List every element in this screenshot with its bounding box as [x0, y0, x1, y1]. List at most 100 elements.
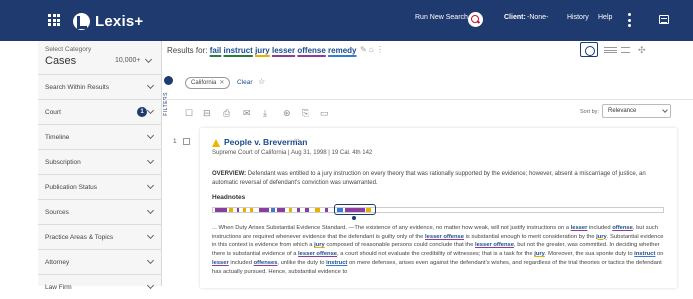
chevron-down-icon — [146, 81, 155, 90]
chevron-down-icon — [146, 131, 155, 140]
headnote-marker[interactable] — [325, 208, 328, 212]
lexis-logo[interactable]: Lexis+ — [73, 11, 143, 31]
sidebar-item-court[interactable]: Court 1 — [38, 99, 162, 124]
headnote-marker[interactable] — [289, 208, 292, 212]
chevron-down-icon — [146, 106, 155, 115]
link-icon[interactable]: ⊛ — [283, 108, 291, 119]
highlighted-term[interactable]: lesser — [212, 260, 229, 266]
result-checkbox[interactable] — [183, 138, 190, 145]
sort-value: Relevance — [608, 108, 637, 114]
chevron-down-icon — [146, 256, 155, 265]
headnotes-term-map[interactable] — [212, 207, 664, 213]
email-icon[interactable]: ✉ — [243, 108, 251, 119]
list-view-icon[interactable] — [604, 47, 617, 53]
headnote-marker[interactable] — [229, 208, 233, 212]
case-overview: OVERVIEW: Defendant was entitled to a ju… — [212, 170, 664, 187]
highlighted-term[interactable]: jury — [534, 251, 545, 257]
folder-icon[interactable]: ⊟ — [203, 108, 211, 119]
highlighted-term[interactable]: offenses — [254, 260, 278, 266]
client-value[interactable]: -None- — [527, 14, 548, 21]
sidebar-item-label: Publication Status — [45, 184, 98, 191]
sort-select[interactable]: Relevance — [602, 104, 671, 118]
sort-label: Sort by: — [580, 109, 599, 115]
sidebar-item-law-firm[interactable]: Law Firm — [38, 274, 162, 299]
sidebar-item-label: Law Firm — [45, 284, 72, 291]
sidebar-item-subscription[interactable]: Subscription — [38, 149, 162, 174]
headnote-marker[interactable] — [237, 208, 239, 212]
grid-view-icon[interactable] — [580, 42, 598, 57]
highlighted-term[interactable]: lesser offense — [475, 242, 514, 248]
compact-view-icon[interactable] — [621, 47, 630, 53]
highlighted-term[interactable]: lesser — [571, 225, 588, 231]
lexis-logo-icon — [73, 12, 90, 30]
category-select[interactable]: Cases — [45, 55, 76, 67]
chevron-down-icon — [146, 231, 155, 240]
result-number: 1 — [173, 138, 177, 145]
headnote-marker[interactable] — [277, 208, 285, 212]
headnote-marker[interactable] — [250, 208, 253, 212]
close-icon[interactable]: ✕ — [219, 80, 224, 86]
case-meta: Supreme Court of California | Aug 31, 19… — [212, 150, 373, 156]
search-term[interactable]: instruct — [224, 46, 253, 55]
clear-filters-link[interactable]: Clear — [237, 79, 253, 86]
select-all-checkbox[interactable]: ☐ — [185, 108, 193, 119]
search-term[interactable]: lesser — [272, 46, 295, 55]
filter-chip-california[interactable]: California ✕ — [185, 77, 231, 89]
download-icon[interactable]: ⤓ — [263, 108, 267, 119]
sidebar-item-publication-status[interactable]: Publication Status — [38, 174, 162, 199]
highlighted-term[interactable]: instruct — [326, 260, 347, 266]
overview-label: OVERVIEW: — [212, 171, 247, 177]
sidebar-item-search-within[interactable]: Search Within Results — [38, 74, 162, 99]
settings-icon[interactable]: ✣ — [638, 45, 646, 56]
sidebar-item-label: Sources — [45, 209, 69, 216]
search-term[interactable]: fail — [210, 46, 222, 55]
sidebar-item-label: Practice Areas & Topics — [45, 234, 114, 241]
history-link[interactable]: History — [567, 14, 589, 21]
headnotes-focus-window[interactable] — [334, 204, 376, 215]
sidebar-item-label: Court — [45, 109, 61, 116]
search-term[interactable]: offense — [297, 46, 325, 55]
headnote-marker[interactable] — [215, 208, 227, 212]
app-grid-icon[interactable] — [48, 14, 60, 26]
headnote-marker[interactable] — [315, 208, 320, 212]
sidebar-item-label: Attorney — [45, 259, 70, 266]
highlighted-term[interactable]: lesser offense — [425, 234, 464, 240]
chevron-down-icon — [662, 107, 668, 113]
search-term[interactable]: jury — [255, 46, 270, 55]
search-term[interactable]: remedy — [328, 46, 356, 55]
star-icon[interactable]: ☆ — [258, 77, 265, 86]
headnote-marker[interactable] — [297, 208, 300, 212]
highlighted-term[interactable]: jury — [596, 234, 607, 240]
sidebar-item-attorney[interactable]: Attorney — [38, 249, 162, 274]
highlighted-term[interactable]: offense — [612, 225, 633, 231]
sidebar-item-practice-areas[interactable]: Practice Areas & Topics — [38, 224, 162, 249]
headnotes-pointer-icon — [352, 216, 356, 220]
case-excerpt: ... When Duty Arises Substantial Evidenc… — [212, 225, 664, 275]
headnote-marker[interactable] — [243, 208, 246, 212]
search-icon[interactable] — [468, 12, 483, 27]
sidebar-item-label: Subscription — [45, 159, 81, 166]
help-link[interactable]: Help — [598, 14, 612, 21]
headnote-marker[interactable] — [305, 208, 309, 212]
print-icon[interactable]: ⎙ — [223, 108, 230, 119]
results-for-label: Results for: — [167, 46, 208, 55]
warning-flag-icon[interactable] — [212, 139, 220, 147]
headnote-marker[interactable] — [271, 208, 275, 212]
run-new-search-link[interactable]: Run New Search — [415, 14, 468, 21]
case-date: Aug 31, 1998 — [290, 150, 327, 156]
highlighted-term[interactable]: lesser offense — [298, 251, 337, 257]
edit-search-icon[interactable]: ✎ ⌂ ⋮ — [360, 45, 384, 54]
top-bar: Lexis+ Run New Search Client: -None- His… — [0, 0, 693, 41]
copy-icon[interactable]: ⎘ — [302, 108, 309, 119]
highlighted-term[interactable]: jury — [314, 242, 325, 248]
sidebar-item-timeline[interactable]: Timeline — [38, 124, 162, 149]
notes-icon[interactable] — [659, 15, 669, 24]
more-options-icon[interactable] — [628, 13, 631, 27]
highlighted-term[interactable]: instruct — [634, 251, 655, 257]
chevron-down-icon — [146, 156, 155, 165]
note-icon[interactable]: ▭ — [320, 108, 329, 119]
collapse-filters-icon[interactable] — [164, 76, 173, 85]
sidebar-item-sources[interactable]: Sources — [38, 199, 162, 224]
link-icon[interactable]: ∞ — [294, 137, 299, 144]
headnote-marker[interactable] — [259, 208, 269, 212]
